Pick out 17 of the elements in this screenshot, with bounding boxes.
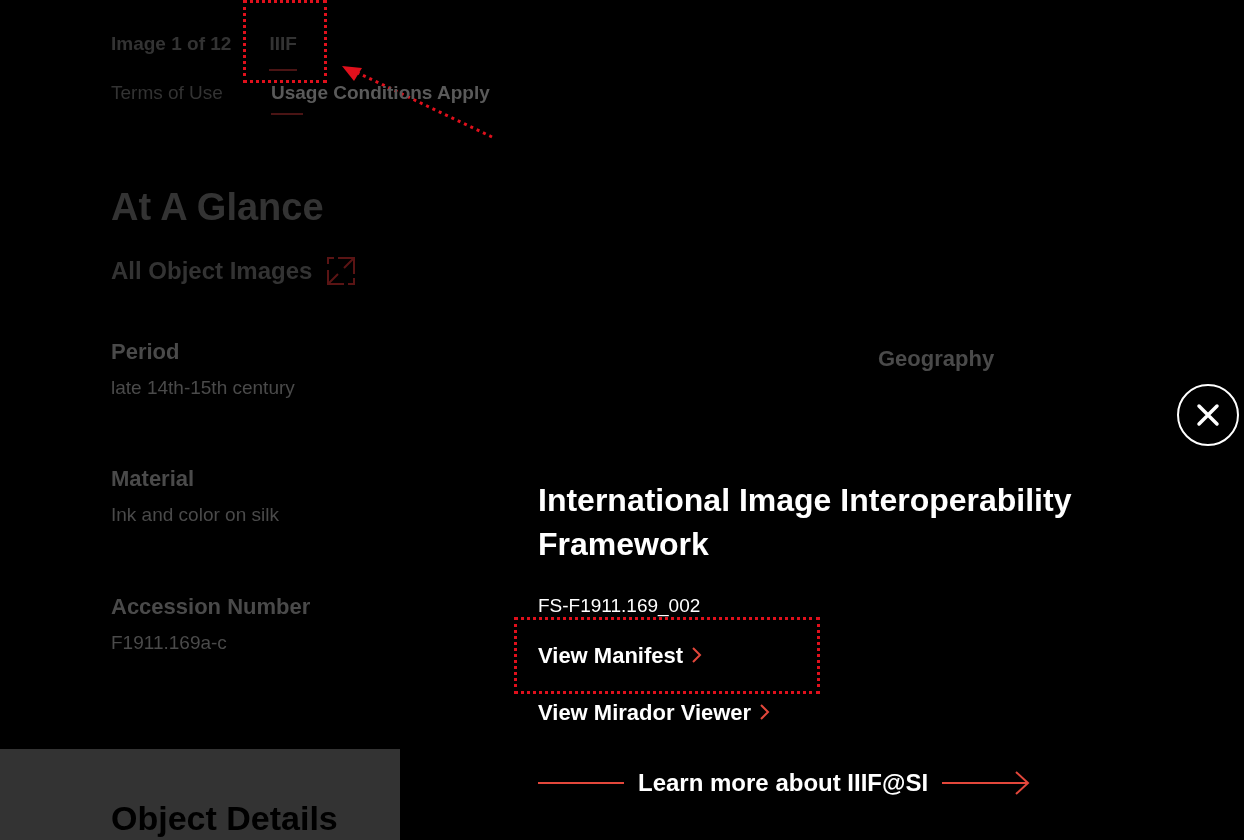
expand-icon xyxy=(326,255,357,286)
arrow-right-icon xyxy=(942,770,1031,795)
field-label: Period xyxy=(111,337,180,366)
field-value: late 14th-15th century xyxy=(111,375,295,400)
field-label: Material xyxy=(111,465,195,494)
field-value: Ink and color on silk xyxy=(111,503,279,528)
field-label: Accession Number xyxy=(111,592,311,621)
image-id: FS-F1911.169_002 xyxy=(538,594,702,619)
field-value: F1911.169a-c xyxy=(111,630,227,655)
modal-link[interactable]: View Manifest xyxy=(538,638,703,672)
close-icon xyxy=(1196,403,1220,427)
modal-title: International Image Interoperability Framework xyxy=(538,481,1073,565)
learn-more-link[interactable]: Learn more about IIIF@SI xyxy=(638,764,929,801)
chevron-right-icon xyxy=(691,646,703,665)
modal-link[interactable]: View Mirador Viewer xyxy=(538,695,771,729)
chevron-right-icon xyxy=(759,703,771,722)
field-label: Geography xyxy=(878,345,995,373)
